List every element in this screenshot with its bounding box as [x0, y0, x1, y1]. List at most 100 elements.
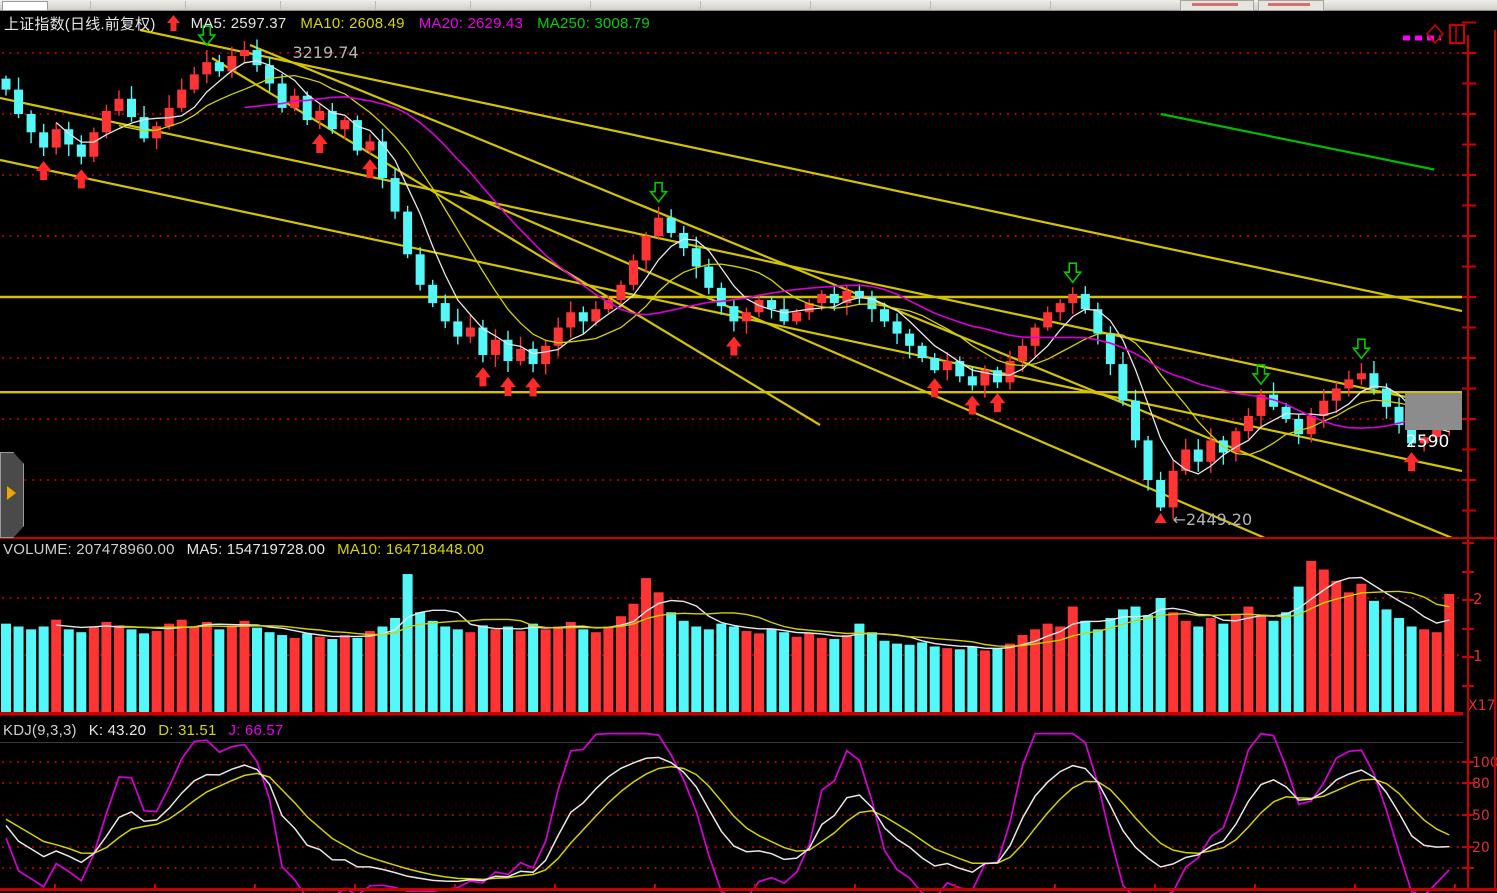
candle-body: [39, 132, 48, 147]
buy-arrow-icon: [36, 161, 52, 180]
volume-bar: [1394, 618, 1404, 712]
volume-bar: [992, 648, 1002, 712]
volume-bar: [51, 620, 61, 712]
candle-body: [340, 120, 349, 129]
volume-bar: [1018, 635, 1028, 712]
volume-bar: [214, 629, 224, 712]
buy-arrow-icon: [726, 336, 742, 355]
trend-channel-line: [0, 98, 1462, 409]
candle-body: [1118, 364, 1127, 401]
volume-bar: [1344, 592, 1354, 712]
volume-bar: [14, 627, 24, 713]
candle-body: [152, 126, 161, 138]
volume-bar: [666, 612, 676, 712]
volume-bar: [1068, 607, 1078, 712]
volume-bar: [239, 621, 249, 712]
volume-bar: [729, 627, 739, 713]
candle-body: [880, 309, 889, 321]
sell-arrow-icon: [1353, 339, 1369, 358]
candle-body: [918, 346, 927, 358]
volume-bar: [842, 635, 852, 712]
volume-bar: [139, 633, 149, 712]
candle-body: [353, 120, 362, 151]
candle-body: [780, 309, 789, 321]
candle-body: [1244, 416, 1253, 431]
candle-body: [428, 285, 437, 303]
kdj-axis-label: 80: [1472, 776, 1490, 792]
volume-bar: [265, 632, 275, 712]
buy-arrow-icon: [964, 396, 980, 415]
volume-bar: [403, 574, 413, 712]
volume-bar: [967, 646, 977, 712]
volume-bar: [465, 632, 475, 712]
volume-bar: [1281, 612, 1291, 712]
volume-bar: [440, 627, 450, 713]
volume-bar: [955, 649, 965, 712]
candle-body: [253, 50, 262, 65]
volume-bar: [277, 635, 287, 712]
volume-bar: [854, 624, 864, 712]
volume-bar: [629, 604, 639, 712]
volume-bar: [327, 639, 337, 712]
candle-body: [855, 291, 864, 297]
candle-body: [717, 288, 726, 306]
volume-bar: [177, 620, 187, 712]
kdj-axis-label: 20: [1472, 840, 1490, 856]
candle-body: [566, 312, 575, 327]
volume-bar: [365, 631, 375, 712]
volume-bar: [1168, 612, 1178, 712]
kdj-chart-canvas[interactable]: 100805020: [0, 716, 1497, 893]
volume-baseline: [0, 712, 1463, 716]
volume-bar: [1419, 629, 1429, 712]
volume-bar: [352, 638, 362, 712]
candle-body: [729, 306, 738, 321]
volume-chart-canvas[interactable]: 21X17: [0, 539, 1497, 716]
candle-body: [265, 65, 274, 83]
symbol-input[interactable]: [2, 1, 48, 11]
volume-bar: [980, 650, 990, 712]
sidebar-expander[interactable]: [0, 452, 24, 538]
volume-bar: [641, 578, 651, 712]
volume-bar: [252, 628, 262, 712]
volume-bar: [867, 632, 877, 712]
kdj-j-line: [6, 734, 1449, 893]
expand-arrow-icon: [7, 486, 16, 500]
volume-bar: [202, 622, 212, 712]
candle-body: [240, 50, 249, 56]
volume-bar: [1231, 615, 1241, 712]
menu-bar[interactable]: [0, 0, 1497, 11]
volume-bar: [1382, 609, 1392, 712]
candle-body: [190, 74, 199, 89]
candle-body: [943, 361, 952, 370]
ma20-line: [245, 97, 1450, 428]
candle-body: [516, 349, 525, 361]
candle-body: [391, 178, 400, 212]
main-chart-canvas[interactable]: 3219.74←2449.202590: [0, 11, 1497, 537]
volume-bar: [691, 627, 701, 713]
volume-bar: [164, 624, 174, 712]
candle-body: [817, 294, 826, 303]
candle-body: [1043, 312, 1052, 327]
volume-bar: [114, 625, 124, 712]
volume-bar: [1093, 629, 1103, 712]
volume-bar: [930, 646, 940, 712]
volume-bar: [779, 632, 789, 712]
volume-bar: [490, 629, 500, 712]
volume-bar: [679, 621, 689, 712]
volume-bar: [26, 629, 36, 712]
volume-bar: [127, 629, 137, 712]
volume-bar: [603, 627, 613, 713]
candle-body: [441, 303, 450, 321]
volume-bar: [704, 629, 714, 712]
volume-bar: [1432, 632, 1442, 712]
volume-bar: [415, 612, 425, 712]
candle-body: [1156, 480, 1165, 507]
volume-bar: [578, 629, 588, 712]
candle-body: [504, 340, 513, 361]
candle-body: [591, 309, 600, 321]
buy-arrow-icon: [312, 134, 328, 153]
volume-bar: [817, 638, 827, 712]
volume-bar: [1181, 621, 1191, 712]
volume-bar: [616, 616, 626, 712]
candle-body: [1332, 389, 1341, 401]
